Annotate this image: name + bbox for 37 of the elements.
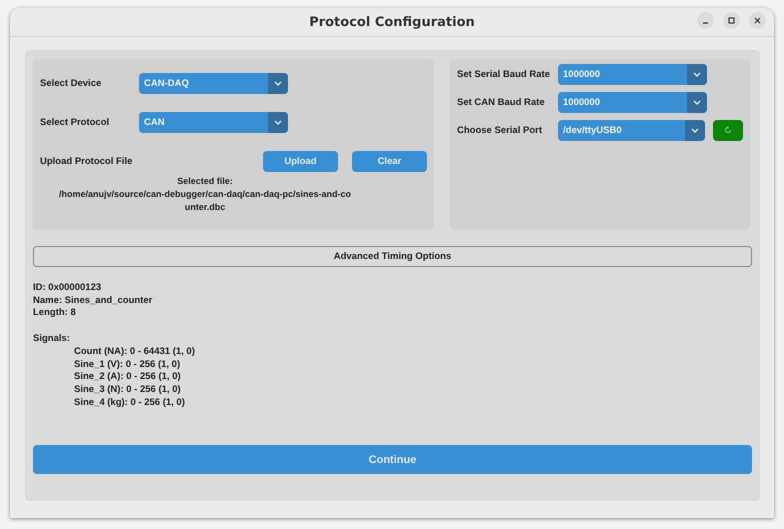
chevron-down-icon xyxy=(691,128,700,132)
field-label: Set CAN Baud Rate xyxy=(457,96,546,108)
continue-button[interactable]: Continue xyxy=(33,445,752,474)
close-button[interactable] xyxy=(749,12,766,29)
signal-text: Count (NA): 0 - 64431 (1, 0) xyxy=(73,346,196,359)
upload-button[interactable]: Upload xyxy=(263,151,338,172)
clear-button[interactable]: Clear xyxy=(352,151,427,172)
message-info-text: ID: 0x00000123 xyxy=(33,282,102,295)
close-icon xyxy=(754,17,761,24)
signal-text: Sine_1 (V): 0 - 256 (1, 0) xyxy=(73,358,182,372)
advanced-timing-button[interactable]: Advanced Timing Options xyxy=(33,246,752,267)
field-label: Upload Protocol File xyxy=(40,156,134,167)
chevron-down-icon xyxy=(274,81,282,86)
signal-text: Sine_4 (kg): 0 - 256 (1, 0) xyxy=(73,396,186,410)
dropdown[interactable]: 1000000 xyxy=(558,92,707,112)
field-label: Choose Serial Port xyxy=(457,124,543,136)
maximize-button[interactable] xyxy=(723,12,740,29)
chevron-down-icon xyxy=(693,72,701,76)
signals-heading: Signals: xyxy=(33,333,71,346)
chevron-down-icon xyxy=(274,120,282,125)
refresh-icon xyxy=(724,126,732,134)
message-info-text: Name: Sines_and_counter xyxy=(33,294,154,308)
field-label: Select Device xyxy=(40,78,102,89)
chevron-down-icon xyxy=(693,100,701,104)
signal-text: Sine_3 (N): 0 - 256 (1, 0) xyxy=(73,384,182,397)
dropdown[interactable]: 1000000 xyxy=(558,64,707,84)
dropdown[interactable]: CAN xyxy=(139,112,288,133)
selected-file-text: Selected file: /home/anujv/source/can-debugger/can-daq/can-daq-pc/sines-and-co unter.dbc xyxy=(58,175,352,214)
maximize-icon xyxy=(728,17,735,24)
signal-text: Sine_2 (A): 0 - 256 (1, 0) xyxy=(73,371,182,384)
dropdown[interactable]: /dev/ttyUSB0 xyxy=(558,120,706,140)
dropdown[interactable]: CAN-DAQ xyxy=(139,73,288,94)
message-info-text: Length: 8 xyxy=(33,307,77,320)
refresh-button[interactable] xyxy=(713,120,743,140)
window-title: Protocol Configuration xyxy=(309,14,475,30)
field-label: Select Protocol xyxy=(40,117,110,128)
field-label: Set Serial Baud Rate xyxy=(457,68,551,80)
